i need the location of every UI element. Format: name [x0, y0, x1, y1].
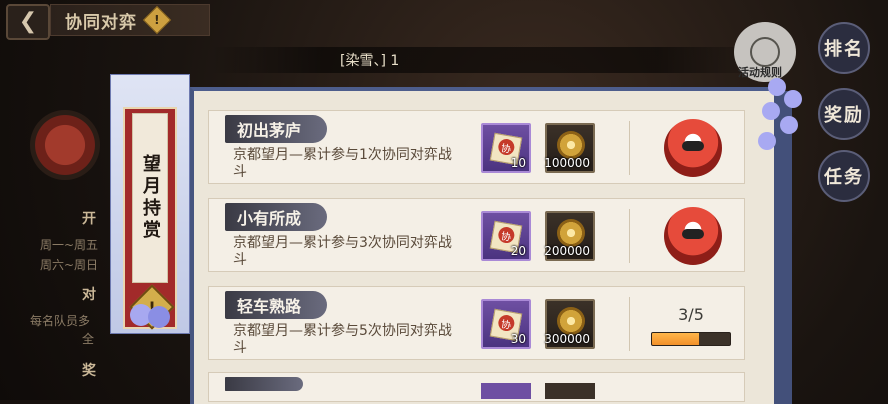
page-title: 协同对弈 [65, 12, 137, 33]
reward-item-coins[interactable]: 100000 [544, 123, 595, 173]
side-banner: 望月持赏 ! [110, 74, 190, 334]
left-bg-text-6: 全 [82, 332, 95, 346]
reward-button[interactable]: 奖励 [818, 88, 870, 140]
reward-row: 轻车熟路 京都望月—累计参与5次协同对弈战斗 30 300000 3/5 [208, 286, 745, 360]
row-divider [629, 297, 630, 351]
back-arrow-icon: ❮ [18, 9, 38, 34]
rank-label: 排名 [824, 39, 864, 60]
row-name: 小有所成 [225, 203, 328, 231]
rank-button[interactable]: 排名 [818, 22, 870, 74]
row-divider [629, 209, 630, 263]
row-name: 初出茅庐 [225, 115, 328, 143]
daruma-claim-icon[interactable] [664, 119, 722, 177]
progress-text: 3/5 [678, 305, 704, 324]
coin-icon [557, 307, 585, 335]
left-bg-text-1: 开 [82, 211, 96, 227]
reward-row: 小有所成 京都望月—累计参与3次协同对弈战斗 20 200000 [208, 198, 745, 272]
left-bg-text-7: 奖 [82, 363, 96, 379]
row-name-pill: 初出茅庐 [225, 115, 328, 143]
reward-item-ticket [481, 383, 531, 399]
left-background-badge [30, 110, 100, 180]
row-name-pill: 小有所成 [225, 203, 328, 231]
row-name-pill: 轻车熟路 [225, 291, 328, 319]
reward-qty: 100000 [544, 156, 590, 170]
reward-qty: 20 [510, 244, 526, 258]
row-divider [629, 121, 630, 175]
side-banner-title: 望月持赏 [140, 154, 161, 242]
progress-bar [651, 332, 731, 346]
flower-decoration-icon [124, 296, 178, 340]
player-name-bar: [染雪、] 1 [210, 47, 770, 73]
daruma-claim-icon[interactable] [664, 207, 722, 265]
task-progress: 3/5 [651, 305, 731, 346]
reward-qty: 300000 [544, 332, 590, 346]
row-description: 京都望月—累计参与1次协同对弈战斗 [233, 147, 452, 180]
left-bg-text-5: 每名队员多 [30, 314, 91, 328]
reward-item-ticket[interactable]: 10 [481, 123, 531, 173]
row-description: 京都望月—累计参与3次协同对弈战斗 [233, 235, 452, 268]
left-bg-text-2: 周一~周五 [40, 238, 99, 252]
reward-row: 初出茅庐 京都望月—累计参与1次协同对弈战斗 10 100000 [208, 110, 745, 184]
reward-row-partial [208, 372, 745, 402]
reward-item-coins[interactable]: 300000 [544, 299, 595, 349]
row-description: 京都望月—累计参与5次协同对弈战斗 [233, 323, 452, 356]
left-bg-text-4: 对 [82, 287, 96, 303]
reward-qty: 200000 [544, 244, 590, 258]
info-warning-glyph: ! [154, 12, 160, 27]
coin-icon [557, 219, 585, 247]
reward-qty: 10 [510, 156, 526, 170]
info-warning-icon[interactable]: ! [142, 5, 172, 35]
reward-qty: 30 [510, 332, 526, 346]
task-button[interactable]: 任务 [818, 150, 870, 202]
reward-label: 奖励 [824, 105, 864, 126]
progress-fill [652, 333, 699, 345]
reward-item-coins[interactable]: 200000 [544, 211, 595, 261]
coin-icon [557, 131, 585, 159]
row-name: 轻车熟路 [225, 291, 328, 319]
reward-item-ticket[interactable]: 20 [481, 211, 531, 261]
page-title-bar: 协同对弈 ! [50, 4, 210, 36]
reward-item-ticket[interactable]: 30 [481, 299, 531, 349]
reward-item-coins [545, 383, 595, 399]
task-label: 任务 [824, 167, 864, 188]
player-name: [染雪、] 1 [340, 53, 400, 69]
back-button[interactable]: ❮ [6, 4, 50, 40]
row-name-pill [225, 377, 303, 391]
left-bg-text-3: 周六~周日 [40, 258, 99, 272]
petal-decoration-icon [752, 72, 808, 162]
side-banner-paper: 望月持赏 [132, 113, 168, 283]
